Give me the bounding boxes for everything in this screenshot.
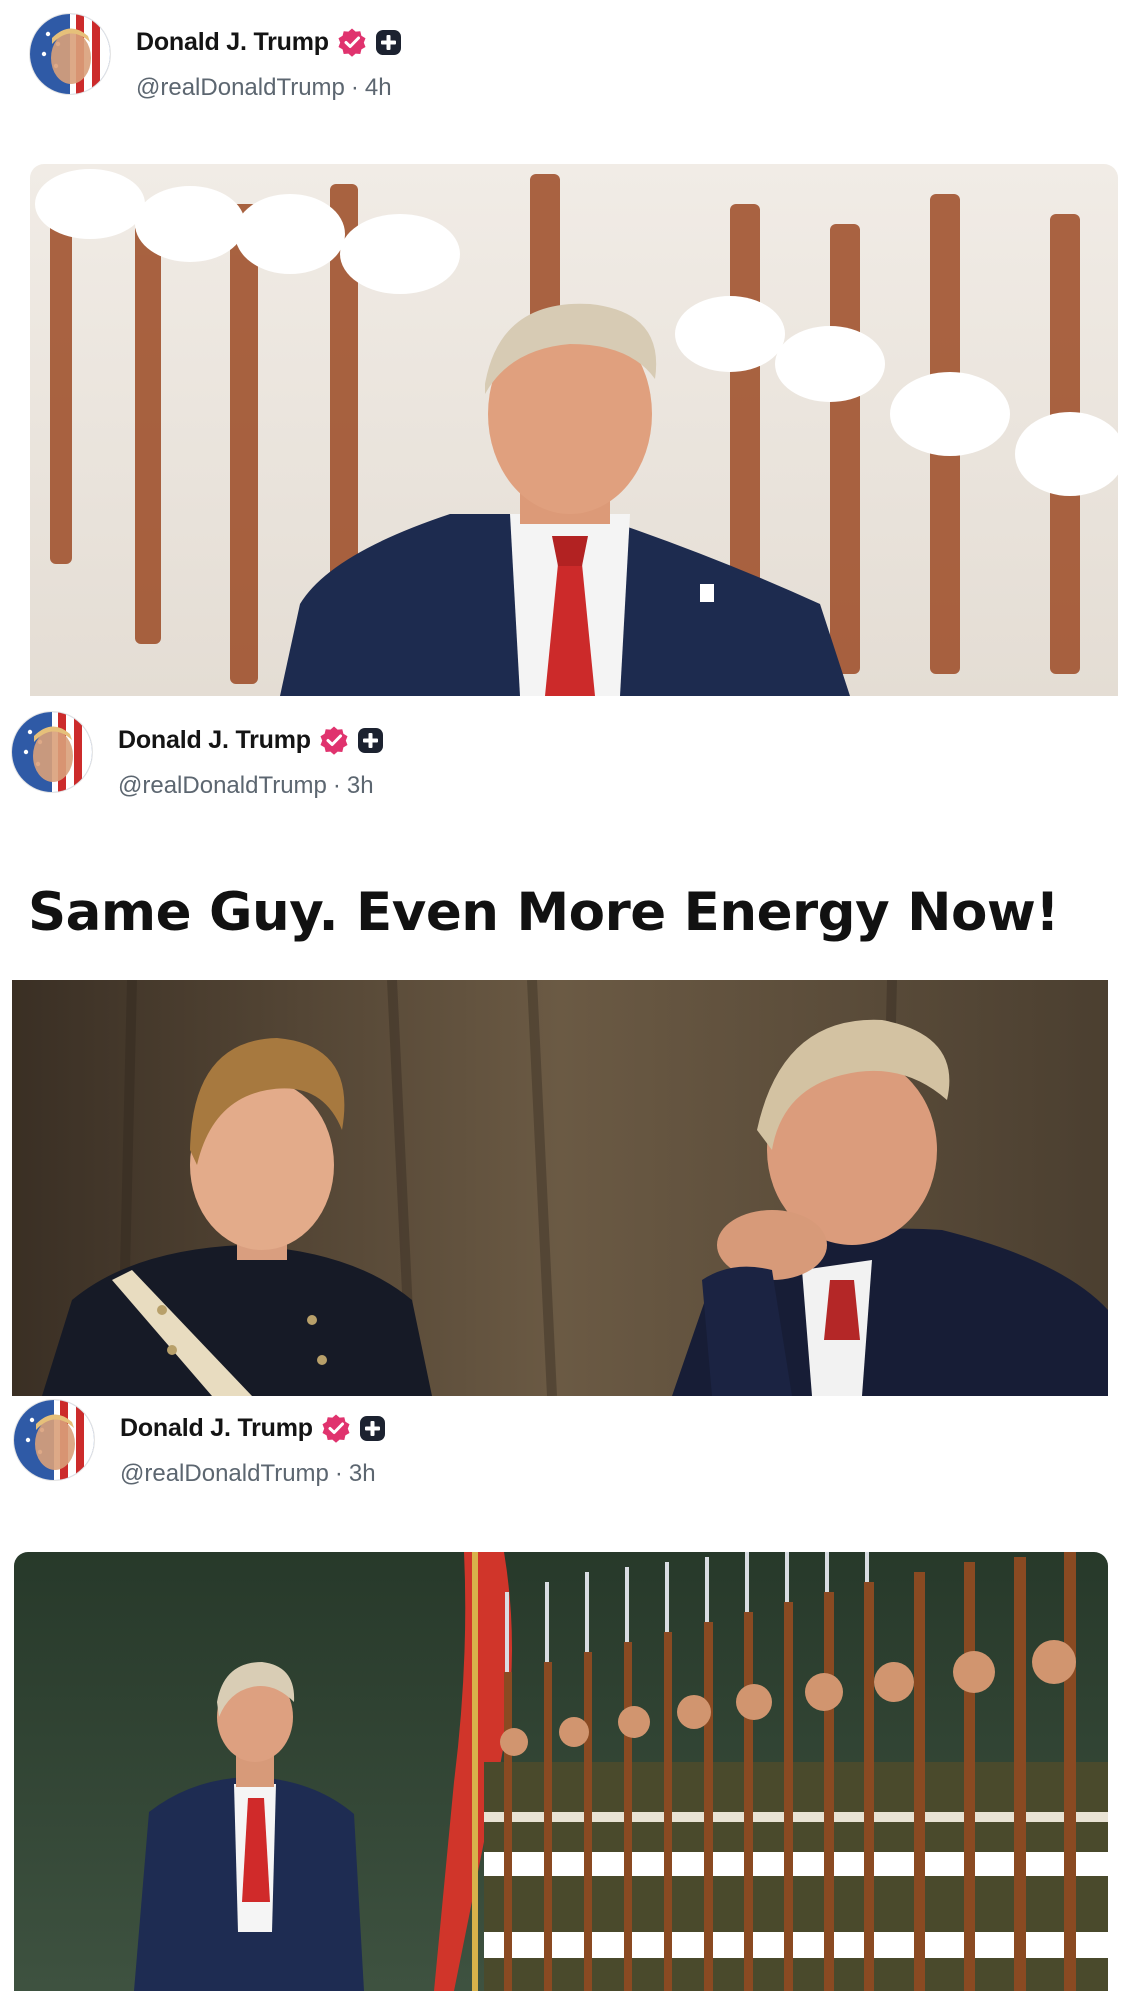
post-meta: @realDonaldTrump · 4h xyxy=(136,74,392,102)
handle[interactable]: @realDonaldTrump xyxy=(136,74,345,101)
avatar[interactable] xyxy=(30,14,110,94)
verified-badge-icon xyxy=(319,725,349,755)
post-header-2: Donald J. Trump @realDonaldTrump · 3h xyxy=(12,712,612,802)
post-image-1[interactable] xyxy=(30,164,1118,696)
handle[interactable]: @realDonaldTrump xyxy=(118,772,327,799)
post-meta: @realDonaldTrump · 3h xyxy=(120,1460,376,1488)
display-name[interactable]: Donald J. Trump xyxy=(136,28,329,57)
post-header-3: Donald J. Trump @realDonaldTrump · 3h xyxy=(14,1400,614,1490)
timestamp[interactable]: 4h xyxy=(365,74,392,101)
avatar[interactable] xyxy=(12,712,92,792)
timestamp[interactable]: 3h xyxy=(349,1460,376,1487)
display-name[interactable]: Donald J. Trump xyxy=(120,1414,313,1443)
plus-badge-icon xyxy=(359,1415,386,1442)
verified-badge-icon xyxy=(321,1413,351,1443)
meta-separator: · xyxy=(350,74,359,101)
plus-badge-icon xyxy=(375,29,402,56)
plus-badge-icon xyxy=(357,727,384,754)
avatar[interactable] xyxy=(14,1400,94,1480)
post-headline: Same Guy. Even More Energy Now! xyxy=(28,882,1060,943)
display-name[interactable]: Donald J. Trump xyxy=(118,726,311,755)
post-meta: @realDonaldTrump · 3h xyxy=(118,772,374,800)
post-image-3[interactable] xyxy=(14,1552,1108,1991)
post-image-2[interactable] xyxy=(12,980,1108,1396)
post-header-1: Donald J. Trump @realDonaldTrump · 4h xyxy=(30,14,630,104)
meta-separator: · xyxy=(334,1460,343,1487)
verified-badge-icon xyxy=(337,27,367,57)
meta-separator: · xyxy=(332,772,341,799)
handle[interactable]: @realDonaldTrump xyxy=(120,1460,329,1487)
timestamp[interactable]: 3h xyxy=(347,772,374,799)
